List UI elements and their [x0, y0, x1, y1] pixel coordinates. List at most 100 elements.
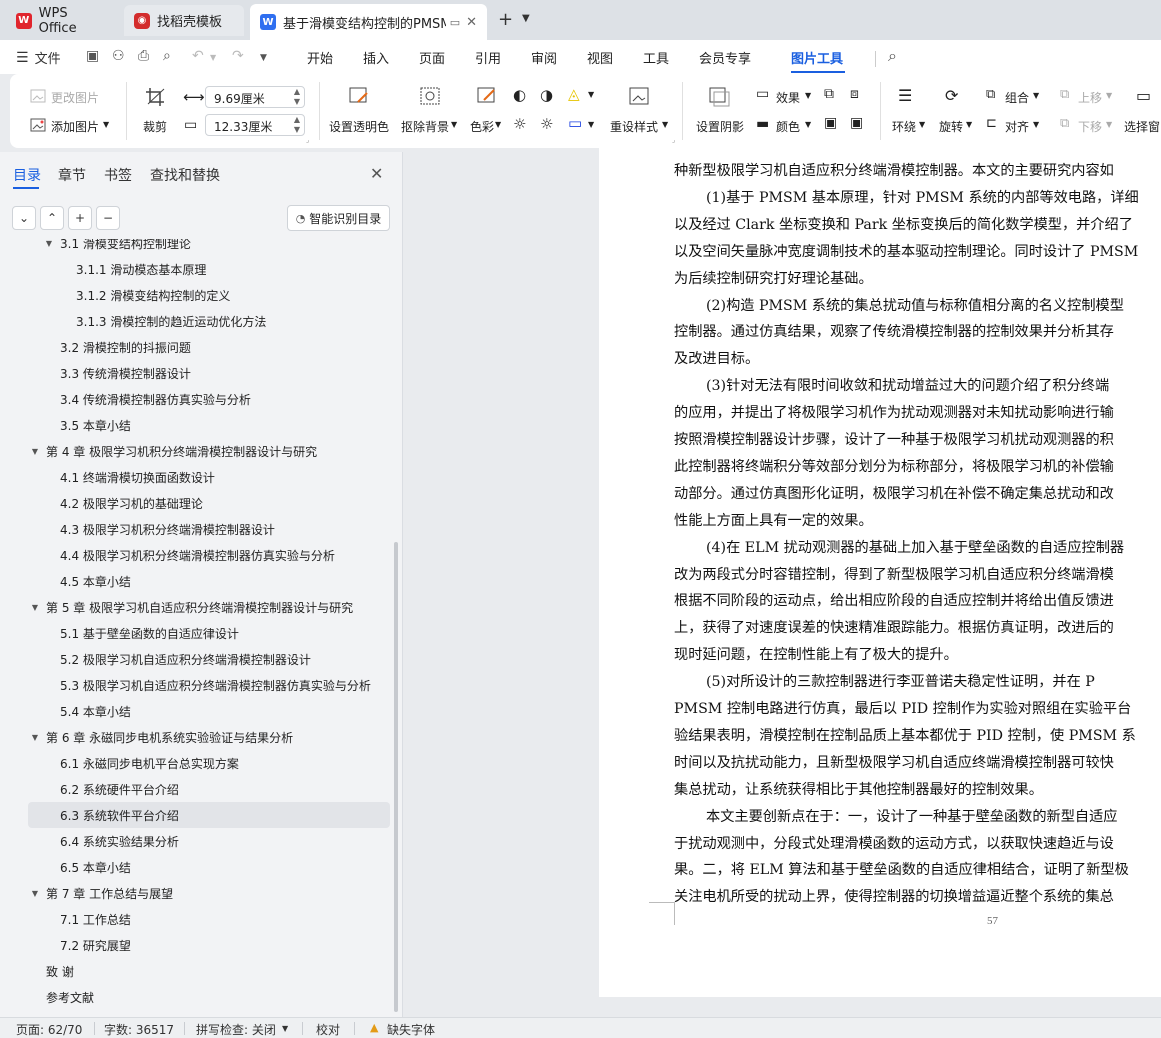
- scrollbar[interactable]: [394, 542, 398, 1012]
- bring-forward-icon[interactable]: ⧉: [824, 86, 834, 102]
- menu-tools[interactable]: 工具: [643, 48, 669, 67]
- toc-item[interactable]: 致 谢: [28, 958, 390, 984]
- toc-item[interactable]: ▼第 4 章 极限学习机积分终端滑模控制器设计与研究: [28, 438, 390, 464]
- toc-toggle-icon[interactable]: ▼: [28, 889, 42, 898]
- toc-item[interactable]: 5.4 本章小结: [28, 698, 390, 724]
- chevron-down-icon[interactable]: ▼: [1106, 120, 1112, 129]
- chevron-down-icon[interactable]: ▼: [451, 120, 457, 129]
- collapse-all-button[interactable]: ⌃: [40, 206, 64, 230]
- width-input[interactable]: 9.69厘米▲▼: [205, 86, 305, 108]
- toc-item[interactable]: 3.3 传统滑模控制器设计: [28, 360, 390, 386]
- toc-item[interactable]: 3.1.3 滑模控制的趋近运动优化方法: [28, 308, 390, 334]
- toc-toggle-icon[interactable]: ▼: [28, 733, 42, 742]
- group-button[interactable]: 组合: [1005, 89, 1029, 106]
- toc-item[interactable]: 5.1 基于壁垒函数的自适应律设计: [28, 620, 390, 646]
- rotate-button[interactable]: 旋转: [939, 118, 963, 135]
- line-color-icon[interactable]: ▭: [568, 114, 582, 132]
- size-icon[interactable]: ▣: [850, 115, 863, 131]
- change-picture-button[interactable]: 更改图片: [51, 89, 99, 106]
- spinner-icon[interactable]: ▲▼: [294, 87, 300, 107]
- toc-item[interactable]: 4.1 终端滑模切换面函数设计: [28, 464, 390, 490]
- effects-button[interactable]: 效果: [776, 89, 800, 106]
- reset-style-button[interactable]: 重设样式: [610, 118, 658, 135]
- smart-toc-button[interactable]: ◔ 智能识别目录: [287, 205, 390, 231]
- expand-icon[interactable]: ⌟: [306, 136, 309, 144]
- chevron-down-icon[interactable]: ▼: [588, 90, 594, 99]
- decrease-brightness-icon[interactable]: ☼: [540, 115, 553, 133]
- toc-item[interactable]: 3.1.2 滑模变结构控制的定义: [28, 282, 390, 308]
- chevron-down-icon[interactable]: ▼: [282, 1024, 288, 1033]
- word-count[interactable]: 字数: 36517: [104, 1021, 174, 1038]
- proofread-button[interactable]: 校对: [316, 1021, 340, 1038]
- toc-item[interactable]: ▼第 6 章 永磁同步电机系统实验验证与结果分析: [28, 724, 390, 750]
- toc-item[interactable]: 参考文献: [28, 984, 390, 1010]
- add-heading-button[interactable]: +: [68, 206, 92, 230]
- toc-item[interactable]: 4.5 本章小结: [28, 568, 390, 594]
- tab-list-button[interactable]: ▼: [522, 13, 530, 24]
- expand-icon[interactable]: ⌟: [672, 136, 675, 144]
- nav-tab-toc[interactable]: 目录: [13, 165, 41, 185]
- document-page[interactable]: 种新型极限学习机自适应积分终端滑模控制器。本文的主要研究内容如(1)基于 PMS…: [599, 148, 1161, 997]
- select-pane-button[interactable]: 选择窗: [1124, 118, 1160, 135]
- toc-item[interactable]: 6.3 系统软件平台介绍: [28, 802, 390, 828]
- chevron-down-icon[interactable]: ▼: [805, 120, 811, 129]
- color-button[interactable]: 色彩: [470, 118, 494, 135]
- search-icon[interactable]: ⌕: [888, 46, 897, 66]
- toc-item[interactable]: 5.3 极限学习机自适应积分终端滑模控制器仿真实验与分析: [28, 672, 390, 698]
- toc-item[interactable]: 6.2 系统硬件平台介绍: [28, 776, 390, 802]
- position-icon[interactable]: ▣: [824, 115, 837, 131]
- menu-insert[interactable]: 插入: [363, 48, 389, 67]
- toc-item[interactable]: 3.5 本章小结: [28, 412, 390, 438]
- print-icon[interactable]: ⎙: [138, 48, 149, 64]
- close-icon[interactable]: ✕: [370, 164, 383, 183]
- toc-item[interactable]: ▼第 5 章 极限学习机自适应积分终端滑模控制器设计与研究: [28, 594, 390, 620]
- toc-item[interactable]: 3.2 滑模控制的抖振问题: [28, 334, 390, 360]
- height-input[interactable]: 12.33厘米▲▼: [205, 114, 305, 136]
- save-icon[interactable]: ▣: [86, 48, 99, 64]
- menu-references[interactable]: 引用: [475, 48, 501, 67]
- move-down-button[interactable]: 下移: [1078, 118, 1102, 135]
- undo-icon[interactable]: ↶: [192, 48, 204, 64]
- toc-item[interactable]: 3.1.1 滑动模态基本原理: [28, 256, 390, 282]
- toc-item[interactable]: 7.1 工作总结: [28, 906, 390, 932]
- nav-tab-bookmarks[interactable]: 书签: [104, 165, 132, 185]
- chevron-down-icon[interactable]: ▼: [1033, 91, 1039, 100]
- toc-toggle-icon[interactable]: ▼: [42, 239, 56, 248]
- tab-template[interactable]: ◉ 找稻壳模板: [124, 5, 244, 36]
- chevron-down-icon[interactable]: ▼: [919, 120, 925, 129]
- toc-toggle-icon[interactable]: ▼: [28, 447, 42, 456]
- move-up-button[interactable]: 上移: [1078, 89, 1102, 106]
- send-backward-icon[interactable]: ⧈: [850, 86, 859, 102]
- menu-page[interactable]: 页面: [419, 48, 445, 67]
- toc-item[interactable]: ▼3.1 滑模变结构控制理论: [28, 239, 390, 256]
- toc-toggle-icon[interactable]: ▼: [28, 603, 42, 612]
- remove-heading-button[interactable]: −: [96, 206, 120, 230]
- border-color-button[interactable]: 颜色: [776, 118, 800, 135]
- undo-dropdown-icon[interactable]: ▼: [210, 53, 216, 62]
- menu-home[interactable]: 开始: [307, 48, 333, 67]
- chevron-down-icon[interactable]: ▼: [966, 120, 972, 129]
- file-menu[interactable]: ☰ 文件: [16, 48, 61, 67]
- add-picture-button[interactable]: 添加图片: [51, 118, 99, 135]
- nav-tab-sections[interactable]: 章节: [58, 165, 86, 185]
- menu-picture-tools[interactable]: 图片工具: [791, 48, 843, 67]
- missing-font-button[interactable]: 缺失字体: [387, 1021, 435, 1038]
- set-transparent-button[interactable]: 设置透明色: [329, 118, 389, 135]
- chevron-down-icon[interactable]: ▼: [495, 120, 501, 129]
- expand-all-button[interactable]: ⌄: [12, 206, 36, 230]
- tab-document[interactable]: W 基于滑模变结构控制的PMSM ▭ ✕: [250, 4, 487, 40]
- new-tab-button[interactable]: +: [498, 9, 513, 30]
- spinner-icon[interactable]: ▲▼: [294, 115, 300, 135]
- redo-icon[interactable]: ↷: [232, 48, 244, 64]
- toc-item[interactable]: ▼第 7 章 工作总结与展望: [28, 880, 390, 906]
- wrap-button[interactable]: 环绕: [892, 118, 916, 135]
- chevron-down-icon[interactable]: ▼: [588, 120, 594, 129]
- nav-tab-find-replace[interactable]: 查找和替换: [150, 165, 220, 185]
- tab-wps-office[interactable]: W WPS Office: [6, 5, 118, 36]
- window-icon[interactable]: ▭: [450, 16, 460, 29]
- menu-view[interactable]: 视图: [587, 48, 613, 67]
- menu-member[interactable]: 会员专享: [699, 48, 751, 67]
- align-button[interactable]: 对齐: [1005, 118, 1029, 135]
- toc-item[interactable]: 4.3 极限学习机积分终端滑模控制器设计: [28, 516, 390, 542]
- toc-item[interactable]: 4.2 极限学习机的基础理论: [28, 490, 390, 516]
